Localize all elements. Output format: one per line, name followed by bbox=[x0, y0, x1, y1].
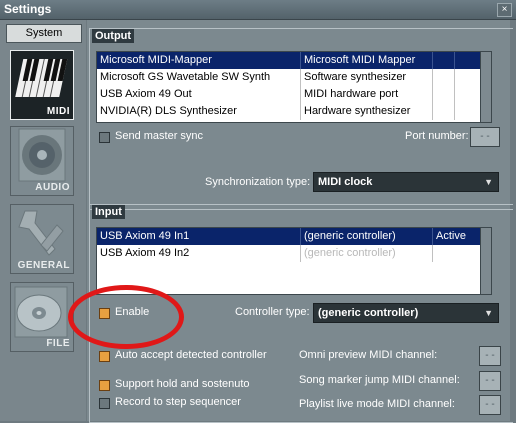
list-item[interactable]: Microsoft GS Wavetable SW Synth Software… bbox=[97, 69, 491, 86]
controller-type-dropdown[interactable]: (generic controller) ▼ bbox=[313, 303, 499, 323]
output-device-list[interactable]: Microsoft MIDI-Mapper Microsoft MIDI Map… bbox=[96, 51, 492, 123]
sidebar-item-file[interactable]: FILE bbox=[10, 282, 74, 352]
annotation-circle bbox=[68, 285, 184, 349]
device-name: Microsoft MIDI-Mapper bbox=[97, 52, 301, 69]
controller-type-value: (generic controller) bbox=[318, 307, 419, 319]
input-section-title: Input bbox=[92, 205, 125, 219]
controller-type: (generic controller) bbox=[301, 228, 433, 245]
controller-type: (generic controller) bbox=[301, 245, 433, 262]
device-col3 bbox=[433, 52, 455, 69]
controller-type-label: Controller type: bbox=[235, 306, 310, 318]
device-name: USB Axiom 49 Out bbox=[97, 86, 301, 103]
song-marker-channel-field[interactable]: - - bbox=[479, 371, 501, 391]
record-step-checkbox[interactable] bbox=[99, 398, 110, 409]
list-item[interactable]: USB Axiom 49 In1 (generic controller) Ac… bbox=[97, 228, 491, 245]
sync-type-label: Synchronization type: bbox=[205, 176, 311, 188]
song-marker-channel-label: Song marker jump MIDI channel: bbox=[299, 374, 460, 386]
port-number-label: Port number: bbox=[405, 130, 469, 142]
output-section: Output Microsoft MIDI-Mapper Microsoft M… bbox=[89, 28, 513, 210]
auto-accept-checkbox[interactable] bbox=[99, 351, 110, 362]
device-name: USB Axiom 49 In2 bbox=[97, 245, 301, 262]
support-hold-label: Support hold and sostenuto bbox=[115, 378, 250, 390]
list-item[interactable]: USB Axiom 49 Out MIDI hardware port bbox=[97, 86, 491, 103]
chevron-down-icon: ▼ bbox=[484, 177, 493, 187]
auto-accept-label: Auto accept detected controller bbox=[115, 349, 267, 361]
close-button[interactable]: × bbox=[497, 3, 512, 17]
sidebar-item-label: FILE bbox=[46, 338, 70, 349]
device-type: Microsoft MIDI Mapper bbox=[301, 52, 433, 69]
device-col3 bbox=[433, 86, 455, 103]
chevron-down-icon: ▼ bbox=[484, 308, 493, 318]
list-item[interactable]: Microsoft MIDI-Mapper Microsoft MIDI Map… bbox=[97, 52, 491, 69]
tab-system[interactable]: System bbox=[6, 24, 82, 43]
device-name: USB Axiom 49 In1 bbox=[97, 228, 301, 245]
input-device-list[interactable]: USB Axiom 49 In1 (generic controller) Ac… bbox=[96, 227, 492, 295]
window-titlebar: Settings × bbox=[0, 0, 516, 20]
send-master-sync-checkbox[interactable] bbox=[99, 132, 110, 143]
sidebar-item-general[interactable]: GENERAL bbox=[10, 204, 74, 274]
sync-type-value: MIDI clock bbox=[318, 176, 373, 188]
send-master-sync-label: Send master sync bbox=[115, 130, 204, 142]
output-section-title: Output bbox=[92, 29, 135, 43]
list-item[interactable]: USB Axiom 49 In2 (generic controller) bbox=[97, 245, 491, 262]
playlist-channel-field[interactable]: - - bbox=[479, 395, 501, 415]
device-col3 bbox=[433, 103, 455, 120]
list-item[interactable]: NVIDIA(R) DLS Synthesizer Hardware synth… bbox=[97, 103, 491, 120]
sidebar-item-label: MIDI bbox=[46, 106, 70, 117]
settings-content: Output Microsoft MIDI-Mapper Microsoft M… bbox=[87, 20, 513, 423]
playlist-channel-label: Playlist live mode MIDI channel: bbox=[299, 398, 455, 410]
input-list-scrollbar[interactable] bbox=[480, 228, 491, 294]
port-number-field[interactable]: - - bbox=[470, 127, 500, 147]
device-type: MIDI hardware port bbox=[301, 86, 433, 103]
omni-channel-field[interactable]: - - bbox=[479, 346, 501, 366]
sidebar-item-audio[interactable]: AUDIO bbox=[10, 126, 74, 196]
device-name: NVIDIA(R) DLS Synthesizer bbox=[97, 103, 301, 120]
record-step-label: Record to step sequencer bbox=[115, 396, 241, 408]
sync-type-dropdown[interactable]: MIDI clock ▼ bbox=[313, 172, 499, 192]
device-col3 bbox=[433, 69, 455, 86]
sidebar-item-label: GENERAL bbox=[17, 260, 70, 271]
sidebar-item-label: AUDIO bbox=[35, 182, 70, 193]
device-type: Hardware synthesizer bbox=[301, 103, 433, 120]
sidebar-item-midi[interactable]: MIDI bbox=[10, 50, 74, 120]
device-name: Microsoft GS Wavetable SW Synth bbox=[97, 69, 301, 86]
window-title: Settings bbox=[4, 2, 52, 16]
output-list-scrollbar[interactable] bbox=[480, 52, 491, 122]
device-type: Software synthesizer bbox=[301, 69, 433, 86]
sidebar: System MIDI AUDIO GENERAL FILE bbox=[0, 20, 86, 421]
device-status: Active bbox=[433, 228, 484, 245]
omni-channel-label: Omni preview MIDI channel: bbox=[299, 349, 438, 361]
device-status bbox=[433, 245, 484, 262]
support-hold-checkbox[interactable] bbox=[99, 380, 110, 391]
